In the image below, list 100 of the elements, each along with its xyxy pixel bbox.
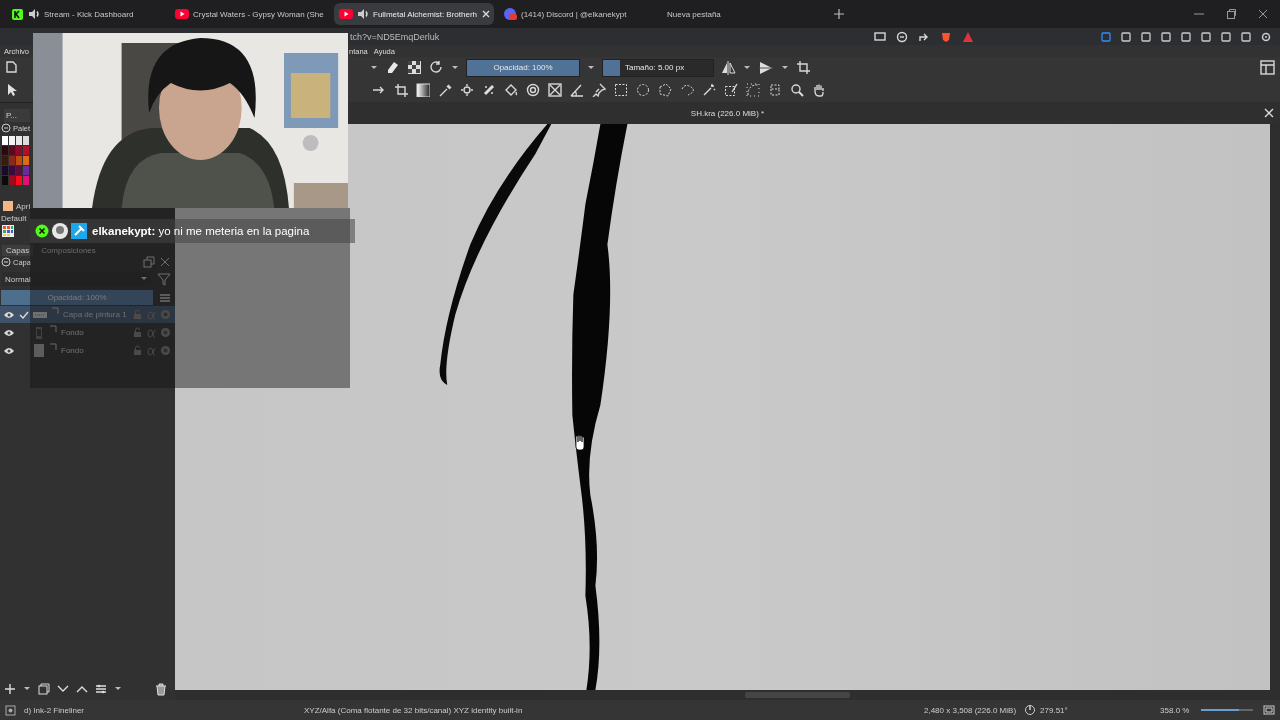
browser-tab[interactable]: (1414) Discord | @elkanekypt (498, 3, 658, 25)
browser-tab[interactable]: Crystal Waters - Gypsy Woman (She (170, 3, 330, 25)
color-swatch[interactable] (23, 156, 29, 165)
hammer-icon (71, 223, 87, 239)
search-icon[interactable] (790, 83, 804, 97)
trash-icon[interactable] (155, 682, 167, 696)
mirror-icon[interactable] (721, 60, 736, 75)
badge-icon (35, 224, 49, 238)
gradient-icon[interactable] (416, 83, 430, 97)
palette-grid-icon[interactable] (2, 225, 14, 237)
color-swatch[interactable] (23, 146, 29, 155)
color-swatch[interactable] (2, 136, 8, 145)
check-icon (19, 309, 29, 320)
tab-title: Stream - Kick Dashboard (44, 9, 135, 19)
caret-icon[interactable] (587, 63, 595, 72)
hand-icon[interactable] (812, 83, 826, 97)
browser-tab[interactable]: Stream - Kick Dashboard (6, 3, 166, 25)
field-label: Tamaño: 5.00 px (624, 63, 686, 72)
caret-icon[interactable] (781, 63, 789, 72)
document-tab[interactable]: SH.kra (226.0 MiB) * (690, 108, 765, 118)
address-text[interactable]: tch?v=ND5EmqDerluk (350, 31, 440, 42)
color-swatch[interactable] (2, 146, 8, 155)
color-swatch[interactable] (23, 136, 29, 145)
filter-icon[interactable] (157, 272, 171, 286)
size-field[interactable]: Tamaño: 5.00 px (602, 58, 714, 77)
properties-icon[interactable] (95, 683, 107, 695)
eyedropper-icon[interactable] (438, 83, 452, 97)
measure-icon[interactable] (570, 83, 584, 97)
crop-icon[interactable] (796, 60, 811, 75)
rotation-icon[interactable] (1024, 704, 1037, 716)
speaker-icon[interactable] (28, 8, 40, 20)
color-space-text[interactable]: XYZ/Alfa (Coma flotante de 32 bits/canal) XYZ identity built-in (304, 705, 924, 715)
color-swatch[interactable] (2, 156, 8, 165)
color-swatch[interactable] (16, 176, 22, 185)
zoom-text[interactable]: 358.0 % (1160, 705, 1190, 715)
brush-name[interactable]: d) Ink-2 Fineliner (24, 705, 304, 715)
mirror-icon[interactable] (758, 59, 774, 76)
rotation-text[interactable]: 279.51° (1040, 705, 1161, 715)
color-swatch[interactable] (16, 156, 22, 165)
color-swatch[interactable] (23, 166, 29, 175)
eraser-icon[interactable] (385, 60, 400, 75)
drawing-canvas[interactable] (175, 124, 1270, 690)
color-swatch[interactable] (16, 146, 22, 155)
polygon-selection-icon[interactable] (658, 83, 672, 97)
browser-tab[interactable]: Fullmetal Alchemist: Brotherh (334, 3, 494, 25)
docker-tab[interactable]: Capas (2, 245, 34, 256)
preset-swatch[interactable] (3, 201, 13, 211)
close-icon[interactable] (1258, 9, 1268, 19)
palette-tab[interactable]: P... (4, 109, 30, 122)
caret-icon (140, 275, 148, 283)
image-size-text[interactable]: 2,480 x 3,508 (226.0 MiB) (924, 705, 1017, 715)
layer-thumbnail-icon (33, 309, 47, 320)
tab-title: Nueva pestaña (667, 9, 722, 19)
bucket-icon[interactable] (504, 83, 518, 97)
preset-name[interactable]: Apri (16, 201, 31, 211)
add-icon[interactable] (4, 683, 16, 695)
duplicate-icon[interactable] (38, 683, 50, 695)
fit-icon[interactable] (1263, 704, 1276, 716)
color-swatch[interactable] (9, 136, 15, 145)
avatar-icon (52, 223, 68, 239)
color-swatch[interactable] (9, 166, 15, 175)
caret-icon[interactable] (370, 63, 378, 72)
field-label: Opacidad: 100% (492, 63, 554, 72)
ellipse-selection-icon[interactable] (636, 83, 650, 97)
new-tab-icon[interactable] (834, 9, 844, 19)
magic-wand-icon[interactable] (702, 83, 716, 97)
color-swatch[interactable] (9, 146, 15, 155)
color-swatch[interactable] (9, 156, 15, 165)
color-swatch[interactable] (16, 136, 22, 145)
triangle-icon[interactable] (962, 30, 975, 43)
rotate-icon[interactable] (429, 60, 444, 75)
color-swatch[interactable] (2, 166, 8, 175)
new-document-icon[interactable] (5, 61, 18, 74)
transform-icon[interactable] (548, 83, 562, 97)
opacity-field[interactable]: Opacidad: 100% (466, 58, 580, 77)
caret-icon[interactable] (23, 685, 31, 693)
zoom-out-icon[interactable] (896, 30, 909, 43)
screen-icon[interactable] (874, 30, 887, 43)
caret-icon[interactable] (114, 685, 122, 693)
browser-tab[interactable]: Nueva pestaña (662, 3, 822, 25)
color-swatch[interactable] (16, 166, 22, 175)
speaker-icon[interactable] (357, 8, 369, 20)
pointer-icon[interactable] (5, 83, 19, 97)
freehand-selection-icon[interactable] (680, 83, 694, 97)
color-swatch[interactable] (9, 176, 15, 185)
video-icon (175, 7, 189, 21)
rectangle-selection-icon[interactable] (614, 83, 628, 97)
layout-icon[interactable] (1260, 60, 1275, 75)
video-icon (339, 7, 353, 21)
color-swatch[interactable] (23, 176, 29, 185)
close-icon[interactable] (481, 9, 492, 19)
caret-icon[interactable] (743, 63, 751, 72)
crop-icon[interactable] (394, 83, 408, 97)
caret-icon[interactable] (451, 63, 459, 72)
checkerboard-icon[interactable] (407, 60, 422, 75)
layer-thumbnail-icon (33, 344, 45, 357)
color-swatch[interactable] (2, 176, 8, 185)
target-icon[interactable] (526, 83, 540, 97)
brush-preset-icon[interactable] (5, 704, 16, 716)
restore-icon[interactable] (1226, 9, 1236, 19)
